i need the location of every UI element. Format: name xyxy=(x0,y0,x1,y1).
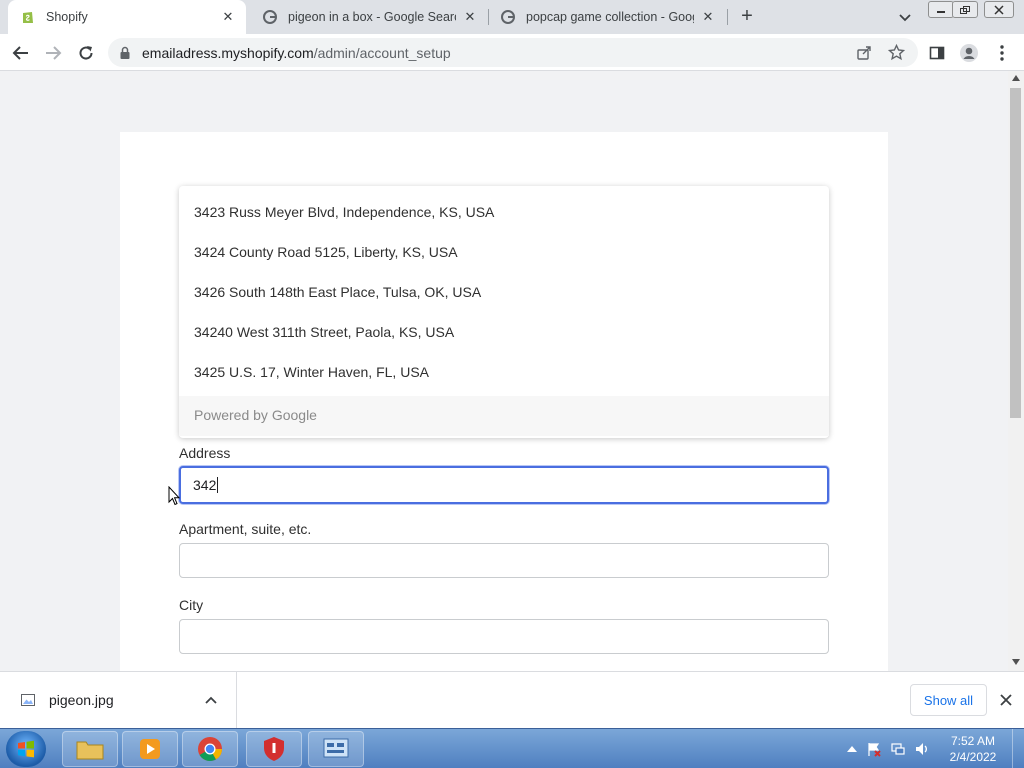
city-label: City xyxy=(179,597,204,613)
address-label: Address xyxy=(179,445,231,461)
share-icon[interactable] xyxy=(856,45,872,61)
clock-time: 7:52 AM xyxy=(950,734,996,748)
lock-icon[interactable] xyxy=(118,46,132,60)
tab-pigeon-search[interactable]: pigeon in a box - Google Search ✕ xyxy=(250,0,488,34)
forward-icon[interactable] xyxy=(42,42,64,64)
tab-title: pigeon in a box - Google Search xyxy=(288,10,456,24)
close-tab-icon[interactable]: ✕ xyxy=(700,9,716,25)
close-window-icon[interactable] xyxy=(984,1,1014,18)
shopify-icon xyxy=(23,12,33,23)
tab-popcap-search[interactable]: popcap game collection - Google ✕ xyxy=(488,0,726,34)
control-panel-taskbar-icon[interactable] xyxy=(308,731,364,767)
clock-date: 2/4/2022 xyxy=(949,750,997,764)
powered-by-google: Powered by Google xyxy=(179,396,829,436)
tab-strip: Shopify ✕ pigeon in a box - Google Searc… xyxy=(0,0,1024,34)
text-caret xyxy=(217,477,219,493)
back-icon[interactable] xyxy=(10,42,32,64)
google-icon xyxy=(263,10,277,24)
tray-expand-icon[interactable] xyxy=(844,741,860,757)
address-input-text: 342 xyxy=(193,477,217,493)
page-viewport: 3423 Russ Meyer Blvd, Independence, KS, … xyxy=(0,71,1024,671)
suggestion-item[interactable]: 34240 West 311th Street, Paola, KS, USA xyxy=(194,324,454,340)
apartment-input[interactable] xyxy=(179,543,829,578)
menu-dots-icon[interactable] xyxy=(991,42,1013,64)
volume-icon[interactable] xyxy=(914,741,930,757)
suggestion-item[interactable]: 3423 Russ Meyer Blvd, Independence, KS, … xyxy=(194,204,494,220)
suggestion-item[interactable]: 3425 U.S. 17, Winter Haven, FL, USA xyxy=(194,364,429,380)
new-tab-icon[interactable]: + xyxy=(736,6,758,27)
suggestion-item[interactable]: 3426 South 148th East Place, Tulsa, OK, … xyxy=(194,284,481,300)
bookmark-star-icon[interactable] xyxy=(888,44,905,61)
image-file-icon xyxy=(21,694,35,706)
download-item[interactable]: pigeon.jpg xyxy=(0,672,237,728)
taskbar: 7:52 AM 2/4/2022 xyxy=(0,728,1024,768)
url-path: /admin/account_setup xyxy=(313,44,451,61)
tab-separator xyxy=(727,9,728,25)
system-clock[interactable]: 7:52 AM 2/4/2022 xyxy=(942,733,1004,765)
close-download-bar-icon[interactable] xyxy=(1000,694,1012,706)
profile-avatar-icon[interactable] xyxy=(958,42,980,64)
file-explorer-taskbar-icon[interactable] xyxy=(62,731,118,767)
security-shield-taskbar-icon[interactable] xyxy=(246,731,302,767)
network-icon[interactable] xyxy=(890,741,906,757)
address-input[interactable]: 342 xyxy=(179,466,829,504)
tab-shopify[interactable]: Shopify ✕ xyxy=(8,0,246,34)
apartment-label: Apartment, suite, etc. xyxy=(179,521,312,537)
chrome-taskbar-icon[interactable] xyxy=(182,731,238,767)
action-center-flag-icon[interactable] xyxy=(866,741,882,757)
tab-title: popcap game collection - Google xyxy=(526,10,694,24)
address-bar[interactable]: emailadress.myshopify.com/admin/account_… xyxy=(108,38,918,67)
restore-window-icon[interactable] xyxy=(952,1,978,18)
url-host: emailadress.myshopify.com xyxy=(142,44,314,61)
close-tab-icon[interactable]: ✕ xyxy=(462,9,478,25)
close-tab-icon[interactable]: ✕ xyxy=(220,9,236,25)
city-input[interactable] xyxy=(179,619,829,654)
download-file-name: pigeon.jpg xyxy=(49,692,114,708)
start-button[interactable] xyxy=(6,731,46,767)
side-panel-icon[interactable] xyxy=(926,42,948,64)
suggestion-item[interactable]: 3424 County Road 5125, Liberty, KS, USA xyxy=(194,244,458,260)
scrollbar-thumb[interactable] xyxy=(1010,88,1021,418)
tab-title: Shopify xyxy=(46,10,88,24)
scroll-up-icon[interactable] xyxy=(1012,75,1020,81)
show-desktop-button[interactable] xyxy=(1012,729,1024,768)
mouse-pointer-icon xyxy=(168,486,180,506)
windows-logo-icon xyxy=(18,740,34,758)
chevron-down-icon[interactable] xyxy=(896,8,914,26)
address-input-value: 342 xyxy=(193,477,219,493)
google-icon xyxy=(501,10,515,24)
minimize-window-icon[interactable] xyxy=(928,1,954,18)
chevron-up-icon[interactable] xyxy=(205,695,217,705)
show-all-button[interactable]: Show all xyxy=(910,684,987,716)
scroll-down-icon[interactable] xyxy=(1012,659,1020,665)
page-scrollbar[interactable] xyxy=(1008,71,1024,671)
browser-toolbar: emailadress.myshopify.com/admin/account_… xyxy=(0,34,1024,71)
media-player-taskbar-icon[interactable] xyxy=(122,731,178,767)
reload-icon[interactable] xyxy=(75,42,97,64)
url-text: emailadress.myshopify.com/admin/account_… xyxy=(142,45,451,61)
address-suggestions-dropdown: 3423 Russ Meyer Blvd, Independence, KS, … xyxy=(179,186,829,438)
download-bar: pigeon.jpg Show all xyxy=(0,671,1024,728)
